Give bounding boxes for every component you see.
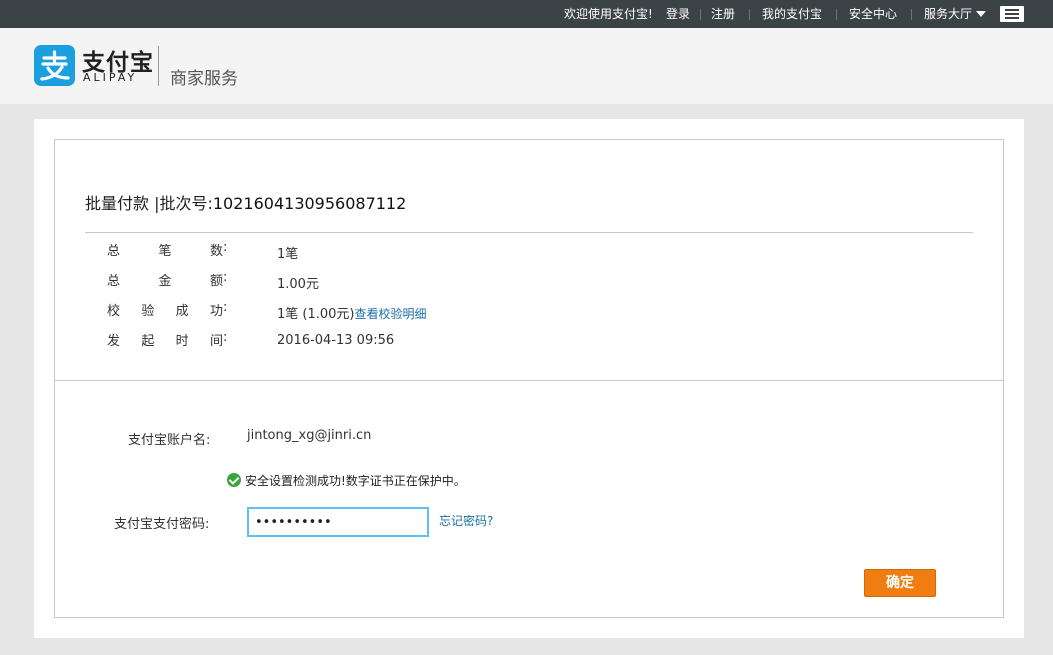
divider — [911, 9, 912, 20]
alipay-wordmark-en: ALIPAY — [83, 71, 138, 84]
view-verification-details-link[interactable]: 查看校验明细 — [355, 307, 427, 321]
merchant-service-title: 商家服务 — [170, 69, 238, 89]
my-alipay-link[interactable]: 我的支付宝 — [762, 0, 822, 28]
site-header: 支付宝 ALIPAY 商家服务 — [0, 28, 1053, 104]
page-title: 批量付款 |批次号:1021604130956087112 — [85, 190, 406, 214]
total-count-label: 总笔数 — [107, 244, 223, 259]
divider — [700, 9, 701, 20]
title-underline — [85, 232, 973, 233]
security-notice: 安全设置检测成功!数字证书正在保护中。 — [227, 472, 466, 489]
payment-password-input[interactable] — [247, 507, 429, 537]
top-nav-bar: 欢迎使用支付宝! 登录 注册 我的支付宝 安全中心 服务大厅 — [0, 0, 1053, 28]
verified-label: 校验成功 — [107, 304, 223, 319]
initiated-time-label: 发起时间 — [107, 334, 223, 349]
colon: : — [223, 270, 228, 285]
total-amount-value: 1.00元 — [277, 277, 319, 292]
batch-number: 1021604130956087112 — [212, 194, 407, 213]
verified-text: 1笔 (1.00元) — [277, 307, 355, 322]
password-label: 支付宝支付密码: — [114, 517, 210, 532]
confirm-button[interactable]: 确定 — [864, 569, 936, 597]
security-notice-text: 安全设置检测成功!数字证书正在保护中。 — [245, 474, 466, 488]
account-value: jintong_xg@jinri.cn — [247, 428, 372, 443]
check-circle-icon — [227, 473, 241, 487]
header-divider — [158, 46, 159, 86]
initiated-time-value: 2016-04-13 09:56 — [277, 333, 395, 348]
service-hall-menu[interactable]: 服务大厅 — [924, 0, 987, 28]
register-link[interactable]: 注册 — [711, 0, 735, 28]
welcome-text: 欢迎使用支付宝! — [564, 7, 653, 21]
colon: : — [223, 330, 228, 345]
menu-list-icon[interactable] — [1000, 6, 1024, 22]
colon: : — [223, 240, 228, 255]
service-hall-label: 服务大厅 — [924, 7, 973, 21]
section-divider — [54, 380, 1004, 381]
verified-value: 1笔 (1.00元)查看校验明细 — [277, 303, 427, 322]
alipay-logo-icon[interactable] — [34, 45, 75, 86]
security-center-link[interactable]: 安全中心 — [849, 0, 897, 28]
total-count-value: 1笔 — [277, 247, 299, 262]
account-label: 支付宝账户名: — [128, 433, 211, 448]
divider — [836, 9, 837, 20]
forgot-password-link[interactable]: 忘记密码? — [439, 512, 493, 529]
login-link[interactable]: 登录 — [666, 0, 690, 28]
colon: : — [223, 300, 228, 315]
caret-down-icon — [976, 11, 987, 17]
total-amount-label: 总金额 — [107, 274, 223, 289]
title-prefix: 批量付款 |批次号: — [85, 194, 213, 213]
divider — [749, 9, 750, 20]
